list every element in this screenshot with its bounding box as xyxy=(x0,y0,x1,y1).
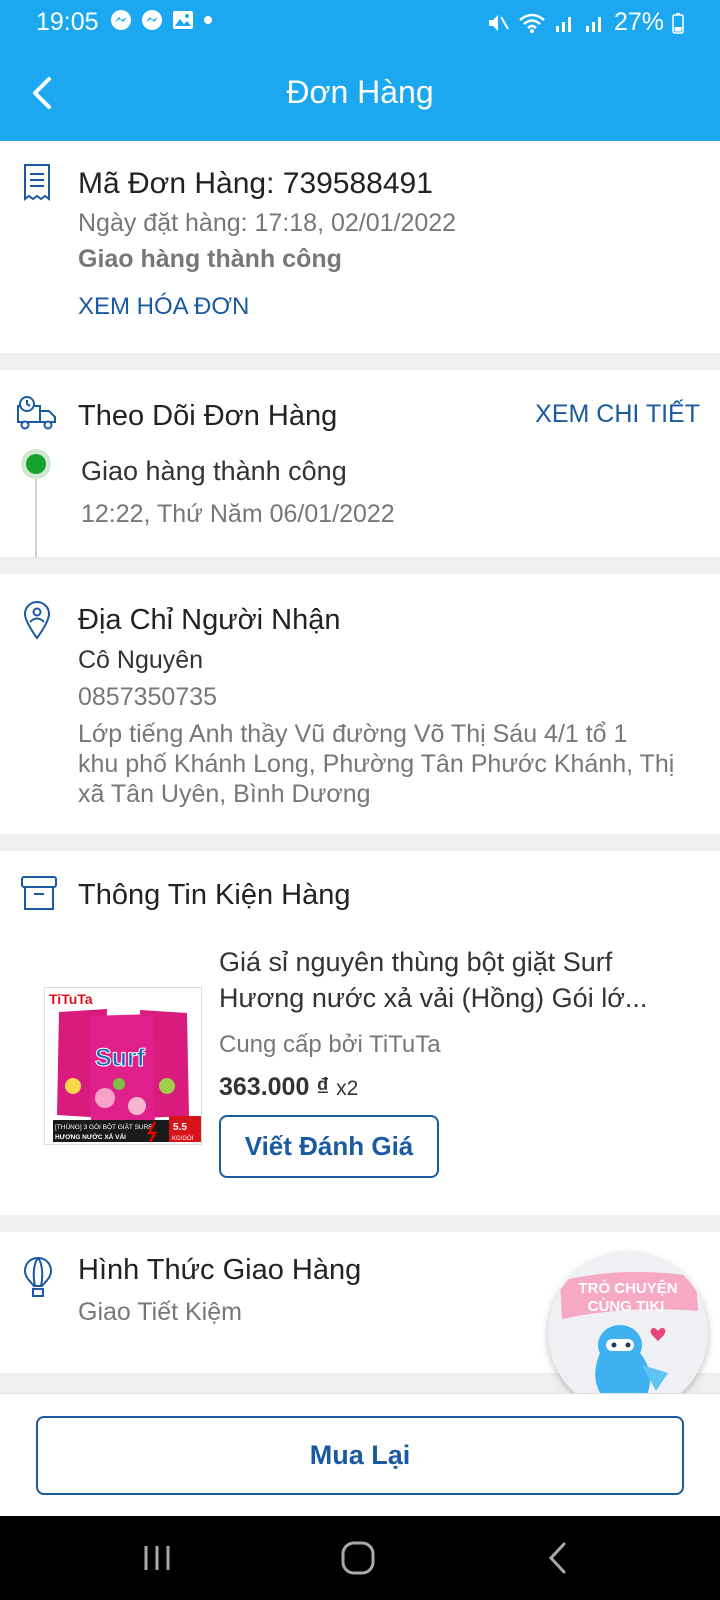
wifi-icon xyxy=(519,13,545,33)
battery-level: 27% xyxy=(613,8,664,36)
order-code: Mã Đơn Hàng: 739588491 xyxy=(78,167,433,200)
image-unit: KG/GÓI xyxy=(172,1135,194,1142)
messenger-icon xyxy=(111,10,131,30)
image-caption: [THÙNG] 3 GÓI BỘT GIẶT SURF xyxy=(55,1122,152,1131)
messenger-icon xyxy=(142,10,162,30)
tracking-event-time: 12:22, Thứ Năm 06/01/2022 xyxy=(81,500,395,528)
status-time: 19:05 xyxy=(36,8,99,36)
recipient-address-line: xã Tân Uyên, Bình Dương xyxy=(78,780,371,808)
timeline-status-dot xyxy=(21,449,51,479)
product-name-line[interactable]: Hương nước xả vải (Hồng) Gói lớ... xyxy=(219,983,647,1014)
status-bar: 19:05 27% xyxy=(0,0,720,46)
recipient-title: Địa Chỉ Người Nhận xyxy=(78,604,341,636)
chat-label: TRÒ CHUYỆN xyxy=(578,1279,677,1297)
product-thumbnail: TiTuTa Surf [THÙNG] 3 GÓI BỘT GIẶT SURF … xyxy=(45,988,201,1144)
tiki-mascot-icon: TRÒ CHUYỆN CÙNG TIKI xyxy=(560,1271,698,1401)
delivery-truck-icon xyxy=(17,396,56,430)
bottom-action-bar: Mua Lại xyxy=(0,1393,720,1516)
gallery-icon xyxy=(173,11,193,29)
home-icon[interactable] xyxy=(340,1540,376,1576)
tracking-card: Theo Dõi Đơn Hàng XEM CHI TIẾT Giao hàng… xyxy=(0,370,720,557)
location-pin-icon xyxy=(23,601,51,640)
app-bar: Đơn Hàng xyxy=(0,46,720,141)
tracking-event-status: Giao hàng thành công xyxy=(81,456,347,486)
recipient-address-line: khu phố Khánh Long, Phường Tân Phước Khá… xyxy=(78,750,675,778)
product-price-row: 363.000 ₫ x2 xyxy=(219,1073,358,1102)
dot-icon xyxy=(204,16,212,24)
product-image[interactable]: TiTuTa Surf [THÙNG] 3 GÓI BỘT GIẶT SURF … xyxy=(44,987,202,1145)
buy-again-button[interactable]: Mua Lại xyxy=(36,1416,684,1495)
notification-icons xyxy=(110,9,213,31)
recipient-address-line: Lớp tiếng Anh thầy Vũ đường Võ Thị Sáu 4… xyxy=(78,720,628,748)
system-icons: 27% xyxy=(486,8,684,37)
system-navigation-bar xyxy=(0,1516,720,1600)
product-name-line[interactable]: Giá sỉ nguyên thùng bột giặt Surf xyxy=(219,947,612,978)
image-weight: 5.5 xyxy=(173,1122,187,1133)
tracking-title: Theo Dõi Đơn Hàng xyxy=(78,400,338,432)
mute-icon xyxy=(488,14,509,31)
order-date: Ngày đặt hàng: 17:18, 02/01/2022 xyxy=(78,209,457,237)
timeline-line xyxy=(35,470,37,558)
signal-icon xyxy=(555,16,571,32)
image-caption: HƯƠNG NƯỚC XẢ VẢI xyxy=(55,1132,126,1141)
battery-icon xyxy=(672,12,684,34)
receipt-icon xyxy=(24,164,50,201)
chat-with-tiki-button[interactable]: TRÒ CHUYỆN CÙNG TIKI xyxy=(548,1253,708,1413)
signal-icon xyxy=(585,16,601,32)
recipient-phone: 0857350735 xyxy=(78,683,218,711)
chat-label: CÙNG TIKI xyxy=(588,1297,665,1315)
order-card: Mã Đơn Hàng: 739588491 Ngày đặt hàng: 17… xyxy=(0,141,720,353)
product-quantity: x2 xyxy=(336,1077,359,1100)
view-detail-link[interactable]: XEM CHI TIẾT xyxy=(535,400,700,429)
page-title: Đơn Hàng xyxy=(286,74,434,110)
product-seller: Cung cấp bởi TiTuTa xyxy=(219,1031,441,1058)
brand-logo: TiTuTa xyxy=(49,991,93,1007)
product-logo: Surf xyxy=(95,1044,146,1072)
recipient-card: Địa Chỉ Người Nhận Cô Nguyên 0857350735 … xyxy=(0,574,720,834)
recent-apps-icon[interactable] xyxy=(140,1542,174,1574)
order-status: Giao hàng thành công xyxy=(78,245,342,273)
package-title: Thông Tin Kiện Hàng xyxy=(78,879,351,911)
shipping-title: Hình Thức Giao Hàng xyxy=(78,1254,362,1286)
recipient-name: Cô Nguyên xyxy=(78,646,204,674)
product-price: 363.000 ₫ xyxy=(219,1073,330,1101)
view-invoice-link[interactable]: XEM HÓA ĐƠN xyxy=(78,293,249,321)
air-balloon-icon xyxy=(23,1256,53,1297)
package-box-icon xyxy=(21,876,57,910)
shipping-method: Giao Tiết Kiệm xyxy=(78,1298,242,1326)
write-review-button[interactable]: Viết Đánh Giá xyxy=(219,1115,439,1178)
back-nav-icon[interactable] xyxy=(546,1540,570,1576)
